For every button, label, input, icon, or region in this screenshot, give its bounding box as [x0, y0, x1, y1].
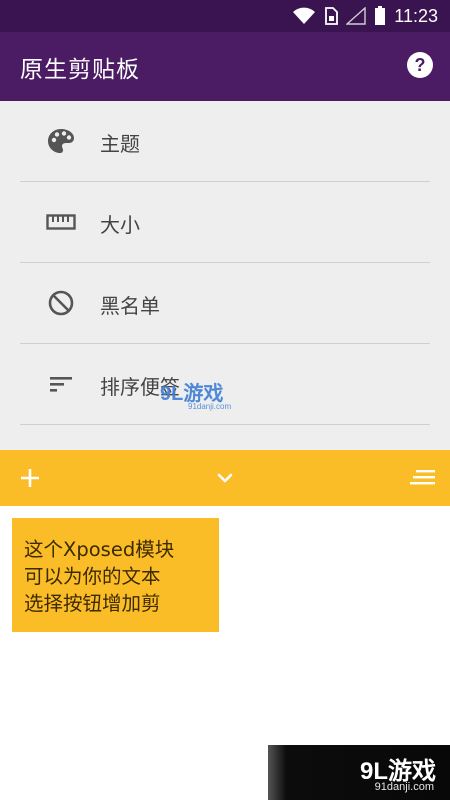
watermark-logo-mid: 9L游戏 91danji.com	[160, 377, 254, 413]
plus-icon[interactable]	[18, 466, 42, 490]
chevron-down-icon[interactable]	[215, 468, 235, 488]
tooltip-line: 可以为你的文本	[24, 565, 161, 588]
help-icon[interactable]: ?	[407, 52, 433, 78]
signal-icon	[346, 7, 366, 25]
watermark-url: 91danji.com	[374, 781, 434, 793]
app-bar: 原生剪贴板 ?	[0, 32, 450, 101]
sim-card-icon	[325, 7, 339, 25]
menu-item-size[interactable]: 大小	[20, 182, 430, 263]
wifi-icon	[293, 7, 316, 24]
sort-lines-icon[interactable]	[410, 468, 436, 488]
tooltip-line: 选择按钮增加剪	[24, 592, 161, 615]
menu-item-blacklist[interactable]: 黑名单	[20, 263, 430, 344]
menu-item-theme[interactable]: 主题	[20, 101, 430, 182]
ruler-icon	[46, 208, 76, 236]
watermark-mid-url: 91danji.com	[188, 402, 232, 411]
status-icons: 11:23	[292, 5, 438, 27]
watermark-banner: 9L游戏 91danji.com	[268, 745, 450, 800]
block-icon	[46, 289, 76, 317]
status-time: 11:23	[394, 5, 438, 26]
tooltip-line: 这个Xposed模块	[24, 538, 175, 561]
help-glyph: ?	[414, 54, 426, 75]
app-title: 原生剪贴板	[20, 57, 140, 83]
menu-item-label: 大小	[100, 213, 140, 237]
palette-icon	[46, 127, 76, 155]
menu-item-label: 黑名单	[100, 294, 160, 318]
status-bar: 11:23	[0, 0, 450, 32]
menu-item-label: 主题	[100, 132, 140, 156]
sort-icon	[46, 370, 76, 398]
intro-tooltip: 这个Xposed模块 可以为你的文本 选择按钮增加剪	[12, 518, 219, 632]
battery-icon	[375, 6, 386, 25]
clipboard-toolbar	[0, 450, 450, 506]
